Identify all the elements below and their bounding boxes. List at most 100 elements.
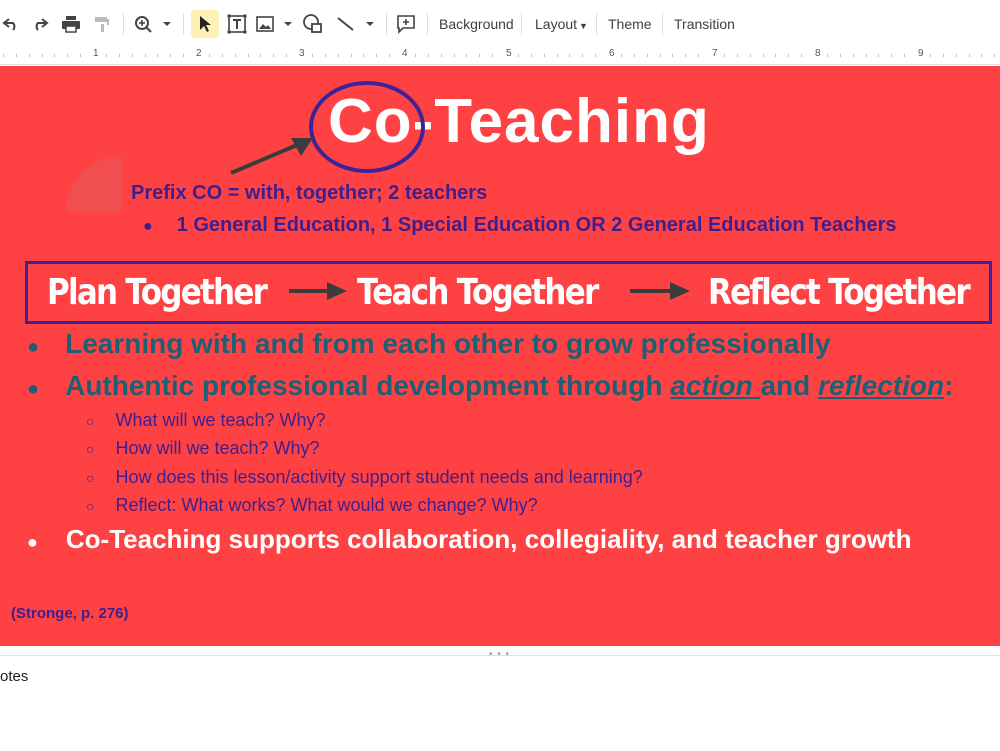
background-button[interactable]: Background [439, 10, 514, 38]
hollow-bullet: ○ [86, 498, 95, 514]
ruler-number: 5 [506, 48, 512, 59]
list-item[interactable]: ● 1 General Education, 1 Special Educatio… [143, 214, 897, 237]
ruler-tick [132, 54, 133, 57]
bullet-authentic-text: Authentic professional development throu… [65, 370, 671, 401]
bullet-dot: ● [27, 336, 40, 358]
ruler-tick [840, 54, 841, 57]
ruler-tick [479, 54, 480, 57]
ruler-tick [3, 54, 4, 57]
shape-icon[interactable] [298, 10, 328, 38]
ruler-tick [428, 54, 429, 57]
slide-canvas[interactable]: Co-Teaching Prefix CO = with, together; … [0, 66, 1000, 646]
decorative-arc [66, 156, 122, 212]
select-icon[interactable] [191, 10, 219, 38]
teach-together-text[interactable]: Teach Together [357, 272, 599, 313]
ruler-tick [518, 54, 519, 57]
ruler-tick [801, 54, 802, 57]
redo-icon[interactable] [28, 10, 52, 38]
ruler-tick [376, 54, 377, 57]
ruler-tick [119, 54, 120, 57]
line-icon[interactable] [334, 10, 378, 38]
ruler-tick [325, 54, 326, 57]
question-text: How does this lesson/activity support st… [115, 467, 643, 487]
ruler-tick [724, 54, 725, 57]
hollow-bullet: ○ [86, 413, 95, 429]
ruler-tick [698, 54, 699, 57]
bullet-dot: ● [27, 378, 40, 400]
toolbar: Background Layout ▼ Theme Transition [0, 0, 1000, 49]
list-item[interactable]: ● Learning with and from each other to gr… [27, 328, 831, 360]
bullet-dot: ● [143, 218, 153, 235]
ruler-tick [544, 54, 545, 57]
ruler-tick [80, 54, 81, 57]
ruler-tick [634, 54, 635, 57]
ruler-number: 1 [93, 48, 99, 59]
citation[interactable]: (Stronge, p. 276) [11, 605, 129, 622]
toolbar-divider [521, 13, 522, 35]
horizontal-ruler[interactable]: 1 2 3 4 5 6 7 8 9 [0, 48, 1000, 65]
ruler-tick [415, 54, 416, 57]
ruler-tick [660, 54, 661, 57]
ruler-tick [827, 54, 828, 57]
zoom-icon[interactable] [132, 10, 174, 38]
question-text: How will we teach? Why? [115, 438, 320, 458]
list-item[interactable]: ○ What will we teach? Why? [86, 410, 326, 431]
list-item[interactable]: ○ How will we teach? Why? [86, 438, 320, 459]
ruler-tick [943, 54, 944, 57]
and-text: and [760, 370, 819, 401]
paint-format-icon[interactable] [90, 10, 114, 38]
highlight-circle[interactable] [309, 81, 425, 173]
ruler-tick [248, 54, 249, 57]
ruler-tick [930, 54, 931, 57]
ruler-number: 4 [402, 48, 408, 59]
right-arrow-icon [289, 282, 347, 300]
undo-icon[interactable] [0, 10, 22, 38]
ruler-tick [29, 54, 30, 57]
ruler-tick [904, 54, 905, 57]
ruler-tick [209, 54, 210, 57]
ruler-tick [260, 54, 261, 57]
ruler-tick [981, 54, 982, 57]
list-item[interactable]: ● Co-Teaching supports collaboration, col… [27, 524, 911, 555]
speaker-notes-area[interactable] [0, 655, 1000, 751]
toolbar-divider [662, 13, 663, 35]
print-icon[interactable] [58, 10, 84, 38]
colon-text: : [944, 370, 954, 401]
prefix-definition[interactable]: Prefix CO = with, together; 2 teachers [131, 182, 487, 205]
ruler-tick [222, 54, 223, 57]
ruler-tick [106, 54, 107, 57]
pointer-arrow[interactable] [225, 134, 320, 179]
bullet-dot: ● [27, 532, 38, 552]
toolbar-divider [596, 13, 597, 35]
list-item[interactable]: ○ Reflect: What works? What would we chan… [86, 495, 538, 516]
transition-button[interactable]: Transition [674, 10, 735, 38]
ruler-tick [685, 54, 686, 57]
text-box-icon[interactable] [224, 10, 250, 38]
plan-together-text[interactable]: Plan Together [47, 272, 268, 313]
ruler-tick [956, 54, 957, 57]
chevron-down-icon: ▼ [579, 21, 588, 31]
ruler-tick [16, 54, 17, 57]
reflect-together-text[interactable]: Reflect Together [708, 272, 971, 313]
ruler-tick [492, 54, 493, 57]
ruler-tick [286, 54, 287, 57]
layout-button[interactable]: Layout ▼ [535, 10, 588, 38]
speaker-notes-label[interactable]: otes [0, 668, 28, 685]
ruler-tick [235, 54, 236, 57]
toolbar-divider [123, 13, 124, 35]
toolbar-divider [427, 13, 428, 35]
hollow-bullet: ○ [86, 470, 95, 486]
question-text: What will we teach? Why? [115, 410, 326, 430]
list-item[interactable]: ○ How does this lesson/activity support s… [86, 467, 643, 488]
comment-icon[interactable] [394, 10, 418, 38]
ruler-tick [866, 54, 867, 57]
ruler-tick [891, 54, 892, 57]
layout-label: Layout [535, 16, 578, 32]
ruler-tick [788, 54, 789, 57]
image-icon[interactable] [254, 10, 294, 38]
list-item[interactable]: ● Authentic professional development thro… [27, 370, 953, 402]
theme-button[interactable]: Theme [608, 10, 652, 38]
ruler-tick [750, 54, 751, 57]
ruler-number: 8 [815, 48, 821, 59]
toolbar-divider [183, 13, 184, 35]
